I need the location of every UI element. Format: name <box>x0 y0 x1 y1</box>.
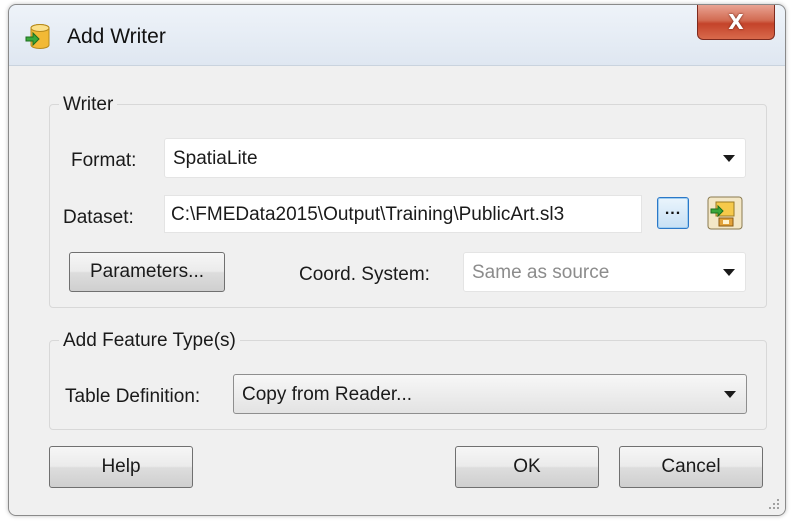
dataset-label: Dataset: <box>63 207 134 228</box>
title-bar[interactable]: Add Writer X <box>9 5 785 66</box>
browse-button[interactable]: ... <box>657 197 689 229</box>
coord-system-value: Same as source <box>472 262 610 283</box>
feature-type-group-label: Add Feature Type(s) <box>59 330 240 352</box>
dialog-body: Writer Format: SpatiaLite Dataset: C:\FM… <box>9 66 785 515</box>
window-title: Add Writer <box>67 25 166 48</box>
format-value: SpatiaLite <box>173 148 258 169</box>
coord-system-select[interactable]: Same as source <box>463 252 746 292</box>
resize-grip-icon[interactable] <box>767 497 781 511</box>
cancel-button[interactable]: Cancel <box>619 446 763 488</box>
table-definition-value: Copy from Reader... <box>242 384 413 405</box>
add-writer-dialog: Add Writer X Writer Format: SpatiaLite D… <box>8 4 786 516</box>
chevron-down-icon <box>724 391 736 398</box>
database-add-icon <box>25 24 50 49</box>
chevron-down-icon <box>723 155 735 162</box>
parameters-button[interactable]: Parameters... <box>69 252 225 292</box>
writer-settings-icon[interactable] <box>707 196 743 230</box>
help-button[interactable]: Help <box>49 446 193 488</box>
format-label: Format: <box>71 150 137 171</box>
help-button-label: Help <box>101 456 141 477</box>
ellipsis-icon: ... <box>664 201 682 218</box>
dataset-value: C:\FMEData2015\Output\Training\PublicArt… <box>171 204 565 225</box>
ok-button-label: OK <box>513 456 541 477</box>
writer-group-label: Writer <box>59 94 118 116</box>
close-button[interactable]: X <box>697 5 775 40</box>
dataset-field[interactable]: C:\FMEData2015\Output\Training\PublicArt… <box>164 195 642 233</box>
format-select[interactable]: SpatiaLite <box>164 138 746 178</box>
cancel-button-label: Cancel <box>661 456 721 477</box>
ok-button[interactable]: OK <box>455 446 599 488</box>
table-definition-select[interactable]: Copy from Reader... <box>233 374 747 414</box>
coord-system-label: Coord. System: <box>299 264 430 285</box>
parameters-button-label: Parameters... <box>89 261 205 282</box>
close-icon: X <box>728 10 744 34</box>
table-definition-label: Table Definition: <box>65 386 201 407</box>
chevron-down-icon <box>723 269 735 276</box>
